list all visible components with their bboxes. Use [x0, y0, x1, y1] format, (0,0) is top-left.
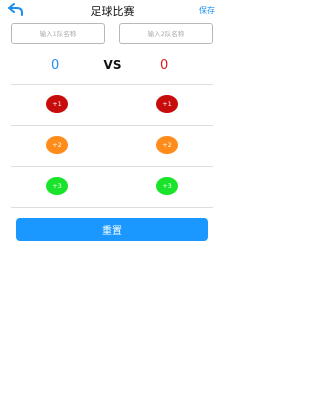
nav-bar: 足球比赛 保存 [0, 0, 225, 22]
team2-plus2-button[interactable]: +2 [156, 136, 178, 154]
save-button[interactable]: 保存 [199, 5, 215, 16]
divider [11, 125, 213, 126]
team2-score: 0 [160, 58, 169, 73]
divider [11, 207, 213, 208]
divider [11, 166, 213, 167]
divider [11, 84, 213, 85]
team2-plus3-button[interactable]: +3 [156, 177, 178, 195]
team1-plus3-button[interactable]: +3 [46, 177, 68, 195]
reset-button[interactable]: 重置 [16, 218, 208, 241]
team2-name-input[interactable] [119, 23, 213, 44]
page-title: 足球比赛 [90, 5, 135, 18]
team2-plus1-button[interactable]: +1 [156, 95, 178, 113]
vs-label: VS [103, 58, 122, 72]
team1-plus2-button[interactable]: +2 [46, 136, 68, 154]
team1-name-input[interactable] [11, 23, 105, 44]
team1-plus1-button[interactable]: +1 [46, 95, 68, 113]
